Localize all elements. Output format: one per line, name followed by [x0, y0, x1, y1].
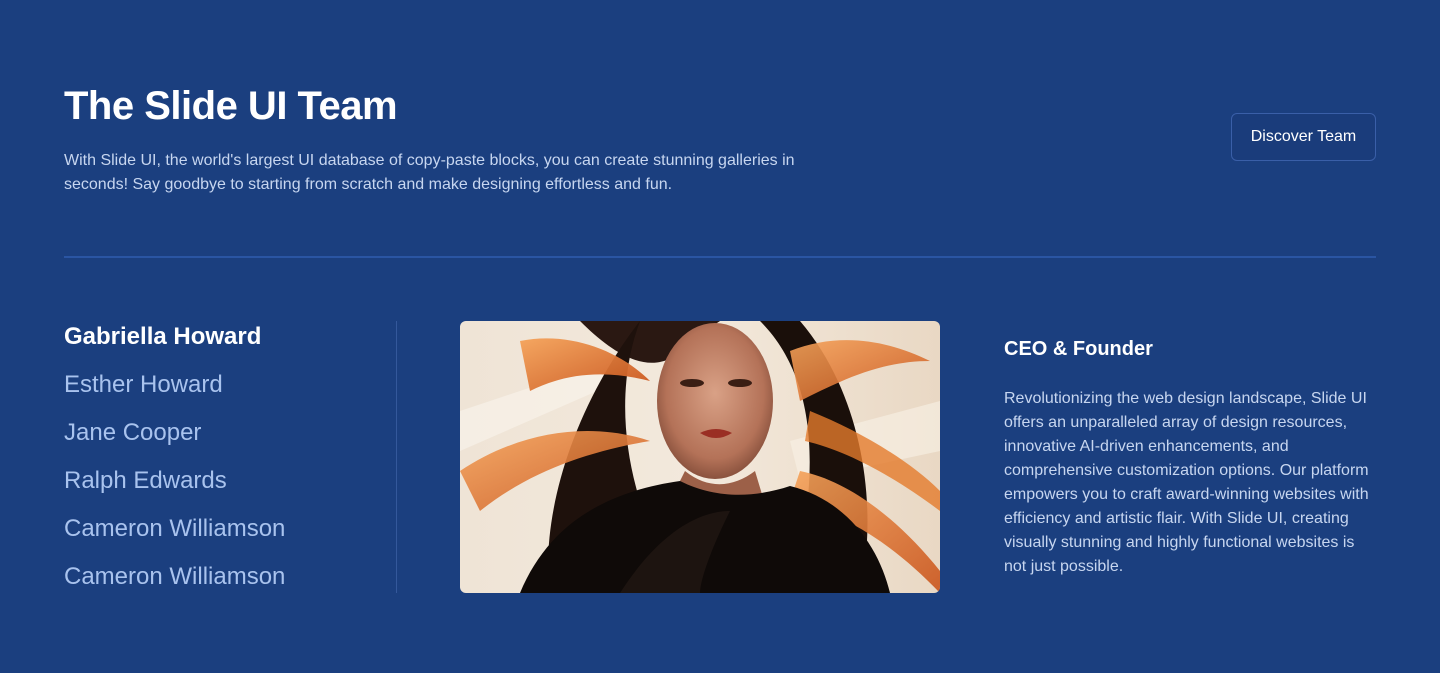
team-member-item[interactable]: Esther Howard — [64, 369, 364, 417]
team-member-item[interactable]: Cameron Williamson — [64, 513, 364, 561]
team-member-item[interactable]: Cameron Williamson — [64, 561, 364, 609]
member-photo — [460, 321, 940, 593]
team-member-item[interactable]: Ralph Edwards — [64, 465, 364, 513]
page-title: The Slide UI Team — [64, 84, 398, 128]
section-header: The Slide UI Team With Slide UI, the wor… — [64, 84, 864, 197]
team-section: The Slide UI Team With Slide UI, the wor… — [0, 0, 1440, 673]
member-bio: Revolutionizing the web design landscape… — [1004, 390, 1369, 575]
page-subtitle: With Slide UI, the world's largest UI da… — [64, 152, 795, 193]
vertical-divider — [396, 321, 397, 593]
section-divider — [64, 256, 1376, 258]
team-member-item[interactable]: Jane Cooper — [64, 417, 364, 465]
discover-team-button[interactable]: Discover Team — [1231, 113, 1376, 161]
member-role: CEO & Founder — [1004, 338, 1153, 360]
team-member-list: Gabriella Howard Esther Howard Jane Coop… — [64, 321, 364, 609]
team-member-item[interactable]: Gabriella Howard — [64, 321, 364, 369]
